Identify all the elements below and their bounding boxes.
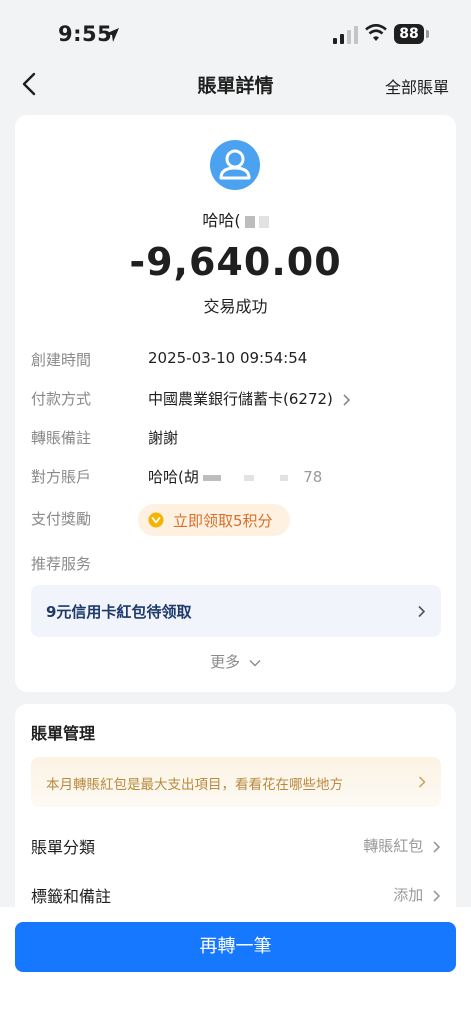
chevron-right-icon bbox=[433, 889, 441, 902]
battery-tip bbox=[426, 30, 429, 38]
spending-insight-banner[interactable]: 本月轉賬紅包是最大支出項目，看看花在哪些地方 bbox=[31, 757, 441, 807]
location-arrow-icon bbox=[105, 28, 119, 42]
wifi-icon bbox=[365, 24, 387, 41]
transfer-note-value: 謝謝 bbox=[148, 429, 179, 447]
chevron-right-icon bbox=[418, 776, 426, 788]
promo-text: 9元信用卡紅包待领取 bbox=[46, 603, 192, 621]
chevron-right-icon bbox=[418, 605, 426, 618]
account-text: 哈哈(胡 bbox=[148, 468, 199, 486]
user-icon bbox=[219, 149, 251, 180]
avatar[interactable] bbox=[210, 140, 260, 190]
masked-text bbox=[258, 215, 269, 228]
created-time-value: 2025-03-10 09:54:54 bbox=[148, 349, 308, 367]
transaction-status: 交易成功 bbox=[203, 297, 268, 316]
tags-notes-label: 標籤和備註 bbox=[31, 887, 112, 906]
counterparty-account-label: 對方賬戶 bbox=[31, 468, 92, 486]
transfer-note-label: 轉賬備註 bbox=[31, 429, 92, 447]
payee-name-text: 哈哈( bbox=[202, 211, 241, 230]
payment-method-label: 付款方式 bbox=[31, 390, 92, 408]
credit-card-promo[interactable]: 9元信用卡紅包待领取 bbox=[31, 585, 441, 637]
more-toggle[interactable]: 更多 bbox=[0, 651, 471, 672]
recommended-services-label: 推荐服务 bbox=[31, 555, 92, 573]
amount: -9,640.00 bbox=[129, 240, 342, 284]
status-bar: 9:55 88 bbox=[0, 0, 471, 62]
more-label: 更多 bbox=[210, 653, 241, 671]
all-bills-link[interactable]: 全部賬單 bbox=[385, 74, 449, 98]
chevron-right-icon bbox=[343, 393, 350, 406]
spending-insight-text: 本月轉賬紅包是最大支出項目，看看花在哪些地方 bbox=[46, 777, 343, 793]
claim-points-label: 立即领取5积分 bbox=[173, 512, 273, 530]
tags-notes-text: 添加 bbox=[393, 886, 424, 904]
masked-text bbox=[243, 474, 254, 481]
counterparty-account-value: 哈哈(胡 78 bbox=[148, 466, 322, 487]
payee-name: 哈哈( bbox=[0, 207, 471, 231]
payment-method-value[interactable]: 中國農業銀行儲蓄卡(6272) bbox=[148, 388, 351, 409]
bill-category-text: 轉賬紅包 bbox=[363, 837, 424, 855]
chevron-down-icon bbox=[249, 659, 261, 666]
masked-text bbox=[280, 474, 289, 481]
chevron-right-icon bbox=[433, 840, 441, 853]
bill-management-title: 賬單管理 bbox=[31, 724, 96, 743]
transfer-again-button[interactable]: 再轉一筆 bbox=[15, 922, 456, 972]
payment-reward-label: 支付獎勵 bbox=[31, 510, 92, 528]
coin-icon bbox=[148, 512, 164, 528]
battery-icon: 88 bbox=[394, 24, 424, 44]
account-tail: 78 bbox=[303, 468, 323, 486]
tags-notes-value[interactable]: 添加 bbox=[393, 884, 441, 905]
created-time-label: 創建時間 bbox=[31, 351, 92, 369]
cellular-signal-icon bbox=[333, 26, 358, 44]
bill-category-value[interactable]: 轉賬紅包 bbox=[363, 835, 441, 856]
payment-method-text: 中國農業銀行儲蓄卡(6272) bbox=[148, 390, 333, 408]
bill-category-label: 賬單分類 bbox=[31, 838, 96, 857]
claim-points-button[interactable]: 立即领取5积分 bbox=[138, 504, 290, 536]
masked-text bbox=[244, 215, 255, 228]
masked-text bbox=[202, 474, 221, 481]
